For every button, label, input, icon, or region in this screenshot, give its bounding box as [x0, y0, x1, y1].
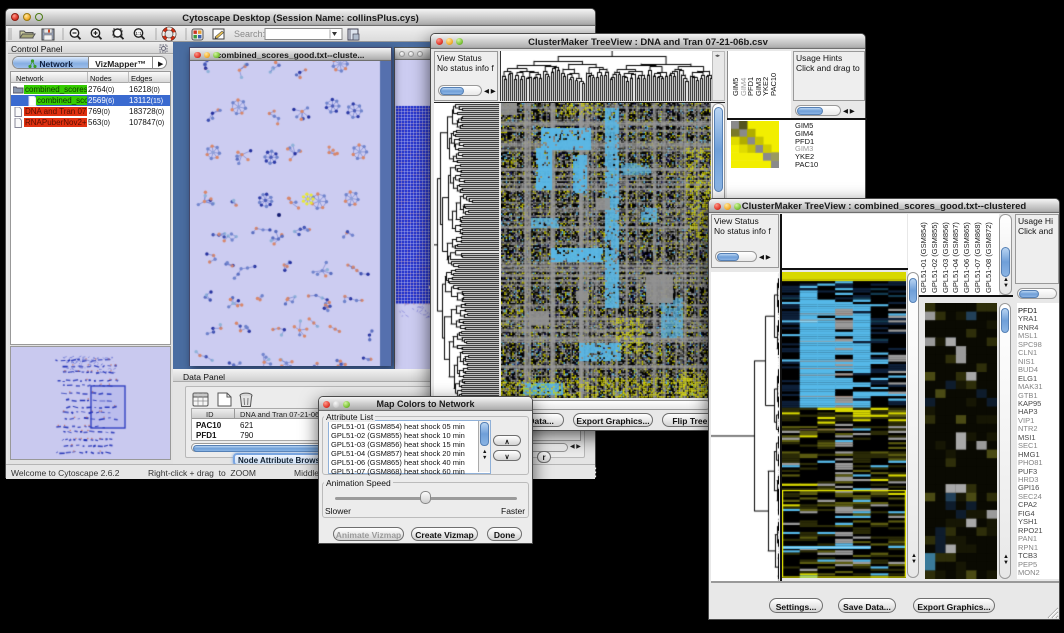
svg-text:1:1: 1:1: [135, 31, 142, 36]
svg-text:Search:: Search:: [234, 29, 265, 39]
